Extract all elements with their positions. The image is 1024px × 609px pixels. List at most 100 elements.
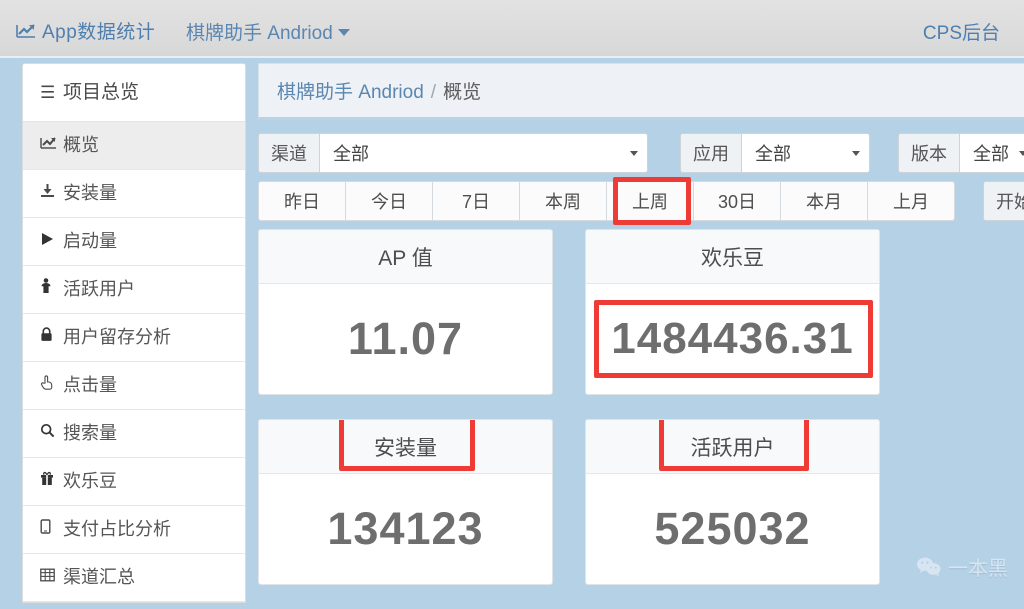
brand-label: App数据统计 [42,22,156,43]
lock-icon [40,314,63,361]
stat-card-title: 安装量 [259,420,552,474]
play-icon [40,218,63,265]
breadcrumb: 棋牌助手 Andriod / 概览 [258,63,1024,120]
stat-card-happy-beans: 欢乐豆 1484436.31 [585,229,880,395]
top-navbar: App数据统计 棋牌助手 Andriod CPS后台 [0,0,1024,60]
sidebar: ☰ 项目总览 概览 安装量 启动量 活跃用户 用户留存分析 点击量 搜索量 欢乐… [22,63,246,603]
cps-backend-label: CPS后台 [922,23,1000,44]
version-filter[interactable]: 版本 全部 [898,133,1024,173]
stat-card-title: 活跃用户 [586,420,879,474]
stat-card-ap-value: AP 值 11.07 [258,229,553,395]
date-preset-buttons: 昨日 今日 7日 本周 上周 30日 本月 上月 [258,181,955,221]
sidebar-item-label: 用户留存分析 [63,327,171,347]
watermark-label: 一本黑 [948,558,1008,580]
sidebar-item-overview[interactable]: 概览 [23,122,245,170]
caret-down-icon [630,150,638,156]
start-date-group[interactable]: 开始日期 2018-08- [983,181,1024,221]
line-chart-icon [16,23,36,39]
sidebar-item-channel-summary[interactable]: 渠道汇总 [23,554,245,602]
filter-bar: 渠道 全部 应用 全部 版本 全部 [258,132,1024,174]
person-icon [40,266,63,313]
sidebar-item-label: 支付占比分析 [63,519,171,539]
stat-card-row: AP 值 11.07 欢乐豆 1484436.31 [258,229,1024,395]
date-preset-7days[interactable]: 7日 [433,181,520,221]
table-icon [40,554,63,601]
sidebar-item-launches[interactable]: 启动量 [23,218,245,266]
sidebar-item-label: 启动量 [63,231,117,251]
stat-card-value: 525032 [654,503,811,554]
cps-backend-link[interactable]: CPS后台 [923,18,1000,45]
sidebar-item-label: 概览 [63,135,99,155]
app-filter-label: 应用 [680,133,741,173]
sidebar-item-clicks[interactable]: 点击量 [23,362,245,410]
breadcrumb-project[interactable]: 棋牌助手 Andriod [277,82,424,103]
stat-card-active-users: 活跃用户 525032 [585,419,880,585]
date-preset-this-month[interactable]: 本月 [781,181,868,221]
stat-card-body: 11.07 [259,284,552,394]
sidebar-header[interactable]: ☰ 项目总览 [23,64,245,122]
date-range-toolbar: 昨日 今日 7日 本周 上周 30日 本月 上月 开始日期 2018-08- [258,180,1024,222]
sidebar-item-retention[interactable]: 用户留存分析 [23,314,245,362]
stat-card-grid: AP 值 11.07 欢乐豆 1484436.31 安装量 134123 活跃用… [258,229,1024,609]
breadcrumb-current: 概览 [443,82,482,103]
sidebar-item-installs[interactable]: 安装量 [23,170,245,218]
main-panel: 棋牌助手 Andriod / 概览 渠道 全部 应用 全部 版本 全部 昨日 今… [258,63,1024,603]
channel-filter[interactable]: 渠道 全部 [258,133,648,173]
stat-card-body: 134123 [259,474,552,584]
sidebar-item-active-users[interactable]: 活跃用户 [23,266,245,314]
sidebar-item-payment-ratio[interactable]: 支付占比分析 [23,506,245,554]
caret-down-icon [1019,150,1024,156]
sidebar-item-happy-beans[interactable]: 欢乐豆 [23,458,245,506]
stat-card-title-label: 安装量 [374,436,437,460]
hamburger-icon: ☰ [40,83,56,102]
app-filter[interactable]: 应用 全部 [680,133,870,173]
brand-logo[interactable]: App数据统计 [16,17,155,44]
date-preset-last-week[interactable]: 上周 [607,181,694,221]
date-preset-last-month[interactable]: 上月 [868,181,955,221]
date-preset-today[interactable]: 今日 [346,181,433,221]
date-preset-yesterday[interactable]: 昨日 [258,181,346,221]
nav-project-label: 棋牌助手 Andriod [186,23,333,44]
chevron-down-icon [337,29,350,37]
version-filter-select[interactable]: 全部 [959,133,1024,173]
mobile-icon [40,506,63,553]
watermark: 一本黑 [916,552,1008,581]
breadcrumb-separator: / [430,82,437,103]
stat-card-title: AP 值 [259,230,552,284]
stat-card-body: 525032 [586,474,879,584]
stat-card-row: 安装量 134123 活跃用户 525032 [258,419,1024,585]
caret-down-icon [852,150,860,156]
sidebar-item-label: 渠道汇总 [63,567,135,587]
app-filter-value: 全部 [755,144,791,164]
stat-card-title-label: 活跃用户 [690,436,775,460]
date-preset-this-week[interactable]: 本周 [520,181,607,221]
channel-filter-label: 渠道 [258,133,319,173]
search-icon [40,410,63,457]
channel-filter-value: 全部 [333,144,369,164]
channel-filter-select[interactable]: 全部 [319,133,648,173]
date-preset-30days[interactable]: 30日 [694,181,781,221]
wechat-icon [916,556,942,578]
stat-card-title: 欢乐豆 [586,230,879,284]
start-date-label: 开始日期 [983,181,1024,221]
nav-project-selector[interactable]: 棋牌助手 Andriod [186,18,350,45]
stat-card-value: 11.07 [347,313,464,364]
sidebar-item-label: 欢乐豆 [63,471,117,491]
version-filter-label: 版本 [898,133,959,173]
stat-card-install-count: 安装量 134123 [258,419,553,585]
gift-icon [40,458,63,505]
page-canvas: ☰ 项目总览 概览 安装量 启动量 活跃用户 用户留存分析 点击量 搜索量 欢乐… [0,58,1024,603]
sidebar-item-label: 安装量 [63,183,117,203]
sidebar-item-searches[interactable]: 搜索量 [23,410,245,458]
app-filter-select[interactable]: 全部 [741,133,870,173]
sidebar-item-label: 活跃用户 [63,279,135,299]
stat-card-value: 1484436.31 [611,314,854,363]
sidebar-item-label: 点击量 [63,375,117,395]
sidebar-header-label: 项目总览 [63,82,140,103]
stat-card-body: 1484436.31 [586,284,879,394]
stat-card-value: 134123 [327,503,484,554]
download-icon [40,170,63,217]
version-filter-value: 全部 [973,144,1009,164]
hand-pointer-icon [40,362,63,409]
line-chart-icon [40,122,63,169]
